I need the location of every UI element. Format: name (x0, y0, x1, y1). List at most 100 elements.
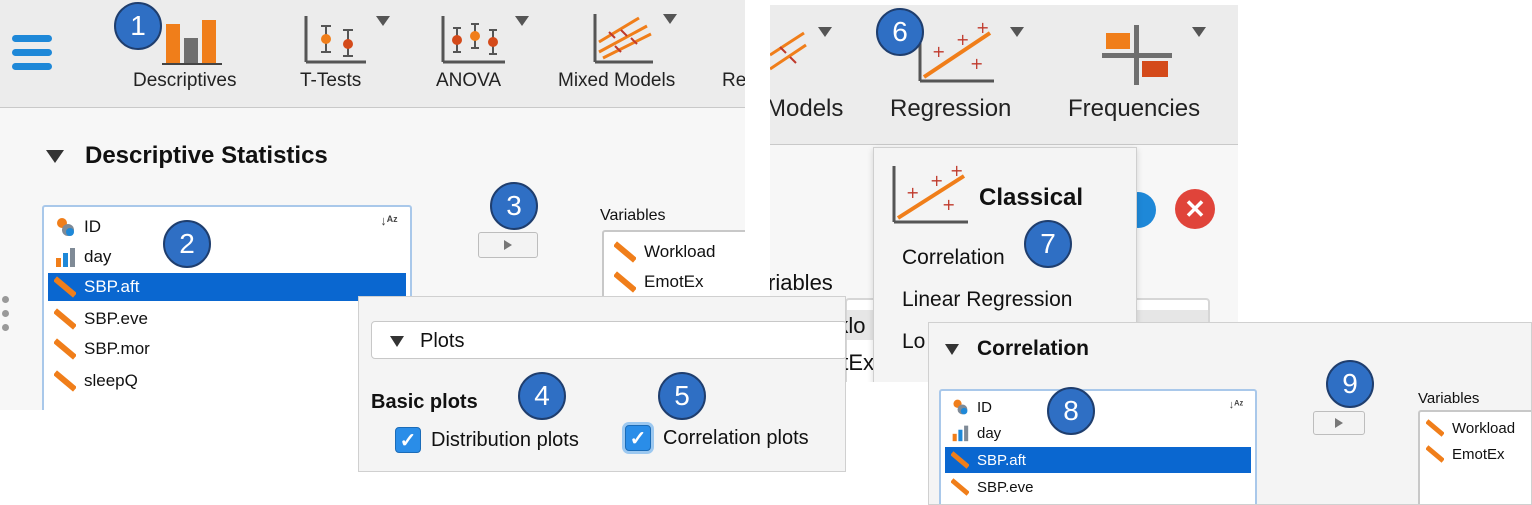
mixed-models-icon (593, 14, 653, 64)
scale-ruler-icon (54, 276, 76, 298)
section-title: Descriptive Statistics (85, 142, 328, 169)
scale-ruler-icon (54, 338, 76, 360)
collapse-triangle-icon (390, 336, 404, 347)
scale-ruler-icon (614, 271, 636, 293)
list-item[interactable]: EmotEx (608, 268, 745, 296)
list-item-selected[interactable]: SBP.aft (945, 447, 1251, 473)
collapse-triangle-icon[interactable] (945, 344, 959, 355)
step-badge-6: 6 (876, 8, 924, 56)
t-tests-icon (304, 16, 366, 64)
regression-icon: + + + + (892, 164, 968, 224)
play-arrow-icon (504, 240, 512, 250)
collapse-triangle-icon[interactable] (46, 150, 64, 163)
group-title: Basic plots (371, 391, 478, 413)
ribbon-label: ANOVA (436, 70, 502, 91)
svg-text:+: + (970, 54, 983, 73)
svg-text:+: + (906, 183, 919, 202)
checkbox-label: Correlation plots (663, 426, 809, 449)
svg-text:+: + (950, 164, 963, 180)
ribbon-label: Mixed Models (558, 70, 676, 91)
drag-handle-icon[interactable] (2, 296, 10, 336)
list-item[interactable]: EmotEx (1424, 442, 1531, 466)
svg-text:+: + (956, 30, 969, 49)
ribbon-mixed-models-button[interactable]: Mixed Models (555, 10, 705, 100)
svg-text:+: + (976, 21, 989, 37)
target-variable-list[interactable]: Workload EmotEx (1418, 410, 1531, 504)
step-badge-9: 9 (1326, 360, 1374, 408)
ribbon-label: T-Tests (300, 70, 362, 91)
ribbon-t-tests-button[interactable]: T-Tests (290, 10, 400, 100)
distribution-plots-checkbox[interactable]: ✓ Distribution plots (395, 427, 579, 453)
ribbon-label[interactable]: Models (770, 95, 843, 123)
list-item[interactable]: SBP.mor (48, 335, 406, 363)
list-item[interactable]: Workload (1424, 416, 1531, 440)
ribbon-frequencies-button[interactable]: Frequencies (1060, 5, 1238, 140)
step-badge-3: 3 (490, 182, 538, 230)
move-to-variables-button[interactable] (478, 232, 538, 258)
variables-label-partial: riables (770, 270, 833, 295)
scale-ruler-icon (54, 308, 76, 330)
step-badge-7: 7 (1024, 220, 1072, 268)
frequencies-icon (1102, 25, 1172, 85)
checkbox-label: Distribution plots (431, 428, 579, 451)
hamburger-menu-icon[interactable] (12, 33, 52, 73)
plots-screenshot: Plots Basic plots ✓ Distribution plots ✓… (358, 296, 846, 472)
checkmark-icon: ✓ (625, 425, 651, 451)
dropdown-arrow-icon[interactable] (376, 16, 390, 26)
mixed-models-icon (770, 31, 807, 71)
play-arrow-icon (1335, 418, 1343, 428)
ribbon-anova-button[interactable]: ANOVA (425, 10, 535, 100)
svg-text:+: + (930, 171, 943, 190)
list-item[interactable]: day (945, 421, 1251, 445)
dropdown-arrow-icon[interactable] (1192, 27, 1206, 37)
regression-icon: ++++ (918, 21, 994, 83)
ordinal-icon (952, 425, 969, 442)
source-variable-list[interactable]: ↓ᴬᶻ ID day SBP.aft SBP.eve SBP.mor sleep… (42, 205, 412, 410)
plots-section-header[interactable]: Plots (371, 321, 845, 359)
list-item[interactable]: SBP.eve (945, 475, 1251, 499)
list-item[interactable]: ID (945, 395, 1251, 419)
ribbon-label-regression-partial[interactable]: Re (722, 70, 745, 92)
correlation-screenshot: Correlation ↓ᴬᶻ ID day SBP.aft SBP.eve V… (928, 322, 1532, 505)
section-title: Correlation (977, 337, 1090, 360)
menu-item-logistic-partial[interactable]: Lo (902, 330, 925, 354)
scale-ruler-icon (614, 241, 636, 263)
dropdown-arrow-icon[interactable] (663, 14, 677, 24)
dropdown-arrow-icon[interactable] (818, 27, 832, 37)
scale-ruler-icon (54, 370, 76, 392)
correlation-plots-checkbox[interactable]: ✓ Correlation plots (625, 425, 809, 451)
ribbon-label: Descriptives (133, 70, 237, 91)
step-badge-4: 4 (518, 372, 566, 420)
source-variable-list[interactable]: ↓ᴬᶻ ID day SBP.aft SBP.eve (939, 389, 1257, 504)
nominal-icon (57, 218, 74, 236)
checkmark-icon: ✓ (395, 427, 421, 453)
list-item[interactable]: day (48, 243, 406, 271)
scale-ruler-icon (951, 451, 969, 469)
list-item[interactable]: Workload (608, 238, 745, 266)
section-title: Plots (420, 330, 465, 352)
close-icon[interactable]: ✕ (1175, 189, 1215, 229)
step-badge-8: 8 (1047, 387, 1095, 435)
ribbon-label: Regression (890, 95, 1012, 122)
descriptives-icon (162, 20, 222, 65)
dropdown-arrow-icon[interactable] (515, 16, 529, 26)
scale-ruler-icon (951, 478, 969, 496)
move-to-variables-button[interactable] (1313, 411, 1365, 435)
dropdown-arrow-icon[interactable] (1010, 27, 1024, 37)
list-item[interactable]: ID (48, 213, 406, 241)
svg-text:+: + (932, 42, 945, 61)
menu-header: Classical (979, 184, 1084, 211)
svg-text:+: + (942, 195, 955, 214)
menu-item-linear-regression[interactable]: Linear Regression (902, 288, 1072, 312)
step-badge-2: 2 (163, 220, 211, 268)
step-badge-1: 1 (114, 2, 162, 50)
list-item[interactable]: sleepQ (48, 367, 406, 395)
menu-item-correlation[interactable]: Correlation (902, 246, 1005, 270)
scale-ruler-icon (1426, 419, 1444, 437)
scale-ruler-icon (1426, 445, 1444, 463)
list-item-selected[interactable]: SBP.aft (48, 273, 406, 301)
ribbon-label: Frequencies (1068, 95, 1201, 122)
step-badge-5: 5 (658, 372, 706, 420)
list-item[interactable]: SBP.eve (48, 305, 406, 333)
variables-label: Variables (600, 207, 666, 224)
